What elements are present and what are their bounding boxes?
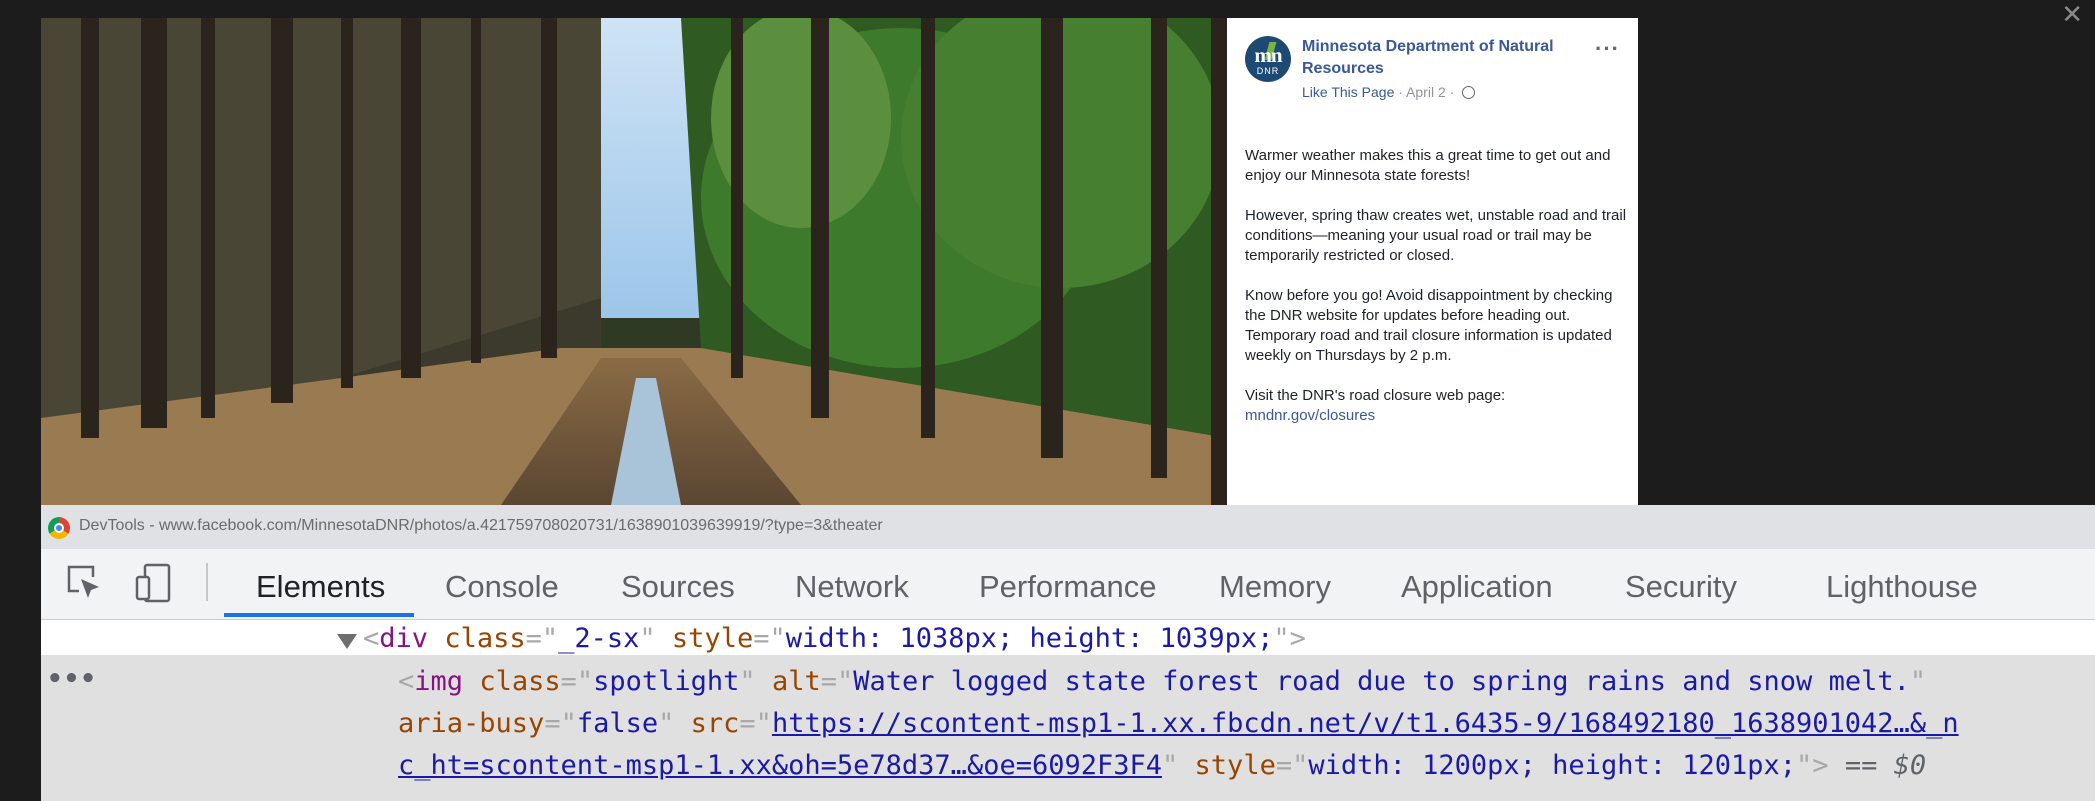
attr-value: width: 1038px; height: 1039px; <box>785 623 1274 654</box>
globe-icon <box>1462 86 1476 99</box>
attr-name: class <box>479 666 561 697</box>
tab-network[interactable]: Network <box>795 569 909 605</box>
tab-application[interactable]: Application <box>1401 569 1553 605</box>
src-url-link[interactable]: https://scontent-msp1-1.xx.fbcdn.net/v/t… <box>772 708 1959 739</box>
tab-security[interactable]: Security <box>1625 569 1737 605</box>
page-avatar[interactable]: mn DNR <box>1245 36 1291 82</box>
close-theater-button[interactable]: ✕ <box>2061 2 2083 28</box>
tab-sources[interactable]: Sources <box>621 569 735 605</box>
active-tab-indicator <box>224 613 414 617</box>
device-toolbar-button[interactable] <box>135 563 175 603</box>
device-mode-icon <box>135 563 171 603</box>
post-paragraph: Visit the DNR's road closure web page: <box>1245 387 1506 404</box>
avatar-logo-text: mn <box>1254 43 1282 67</box>
attr-name: style <box>671 623 754 654</box>
avatar-logo-subtext: DNR <box>1256 66 1280 76</box>
attr-value: width: 1200px; height: 1201px; <box>1308 750 1797 781</box>
post-side-panel: mn DNR Minnesota Department of Natural R… <box>1227 18 1638 505</box>
devtools-window-title: DevTools - www.facebook.com/MinnesotaDNR… <box>79 517 883 534</box>
closures-link[interactable]: mndnr.gov/closures <box>1245 407 1375 424</box>
attr-value: spotlight <box>593 666 740 697</box>
attr-name: style <box>1194 750 1276 781</box>
post-body: Warmer weather makes this a great time t… <box>1245 146 1630 426</box>
img-node-line-2[interactable]: aria-busy="false" src="https://scontent-… <box>398 703 1959 745</box>
meta-separator: · <box>1398 84 1403 100</box>
toolbar-divider <box>206 563 208 601</box>
attr-value: _2-sx <box>558 623 640 654</box>
post-paragraph: Warmer weather makes this a great time t… <box>1245 147 1611 184</box>
tag-name: img <box>414 666 464 697</box>
tab-memory[interactable]: Memory <box>1219 569 1331 605</box>
attr-name: alt <box>771 666 821 697</box>
attr-name: aria-busy <box>398 708 545 739</box>
forest-road-image <box>41 18 1227 505</box>
tab-performance[interactable]: Performance <box>979 569 1156 605</box>
meta-separator: · <box>1449 84 1455 100</box>
post-date[interactable]: April 2 <box>1406 84 1446 100</box>
img-node-line-1[interactable]: <img class="spotlight" alt="Water logged… <box>398 661 1926 703</box>
tag-name: div <box>379 623 429 654</box>
attr-value: Water logged state forest road due to sp… <box>853 666 1910 697</box>
attr-name: src <box>690 708 740 739</box>
devtools-tab-bar: Elements Console Sources Network Perform… <box>41 549 2095 620</box>
devtools-titlebar: DevTools - www.facebook.com/MinnesotaDNR… <box>41 505 2095 549</box>
like-page-link[interactable]: Like This Page <box>1302 84 1394 100</box>
chrome-logo-icon <box>48 517 70 539</box>
attr-value: false <box>576 708 659 739</box>
node-actions-ellipsis[interactable]: ••• <box>47 664 97 694</box>
select-element-icon <box>67 565 103 601</box>
post-paragraph: Know before you go! Avoid disappointment… <box>1245 287 1613 364</box>
tab-console[interactable]: Console <box>445 569 559 605</box>
post-paragraph: However, spring thaw creates wet, unstab… <box>1245 207 1627 264</box>
page-name-link[interactable]: Minnesota Department of Natural Resource… <box>1302 36 1562 80</box>
tab-elements[interactable]: Elements <box>256 569 385 605</box>
tab-lighthouse[interactable]: Lighthouse <box>1826 569 1978 605</box>
elements-tree: ••• <div class="_2-sx" style="width: 103… <box>41 620 2095 801</box>
inspect-element-button[interactable] <box>65 563 105 603</box>
img-node-line-3[interactable]: c_ht=scontent-msp1-1.xx&oh=5e78d37…&oe=6… <box>398 745 1926 787</box>
div-node-line[interactable]: <div class="_2-sx" style="width: 1038px;… <box>363 618 1306 660</box>
more-options-button[interactable]: ··· <box>1595 36 1620 62</box>
attr-name: class <box>444 623 526 654</box>
src-url-link-continued[interactable]: c_ht=scontent-msp1-1.xx&oh=5e78d37…&oe=6… <box>398 750 1162 781</box>
post-meta: Like This Page · April 2 · <box>1302 84 1476 100</box>
selected-node-marker: == $0 <box>1844 750 1927 781</box>
post-photo[interactable] <box>41 18 1227 505</box>
expand-triangle-icon[interactable] <box>337 634 357 649</box>
